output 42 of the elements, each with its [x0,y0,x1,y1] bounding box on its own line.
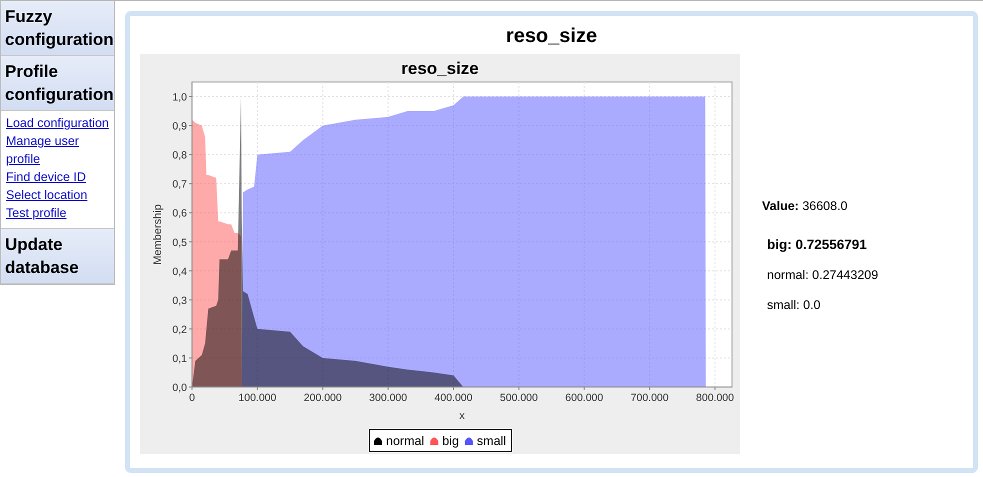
y-tick-label: 0,0 [172,382,187,394]
legend-marker-icon [430,438,438,445]
x-tick-label: 800.000 [696,392,734,404]
sidebar-header[interactable]: Fuzzy configuration [1,1,114,56]
sidebar-link[interactable]: Test profile [6,204,66,222]
x-axis-label: x [459,410,465,422]
y-tick-label: 0,7 [172,178,187,191]
membership-readout: small: 0.0 [767,296,820,314]
y-tick-label: 0,3 [172,294,187,307]
membership-readout: big: 0.72556791 [767,236,867,254]
x-tick-label: 300.000 [369,392,408,404]
y-tick-label: 0,8 [172,150,187,162]
y-axis-label: Membership [152,204,164,265]
y-tick-label: 0,1 [172,352,187,365]
y-tick-label: 1,0 [172,92,187,104]
sidebar-link[interactable]: Load configuration [6,114,109,132]
x-tick-label: 400.000 [434,392,472,404]
y-tick-label: 0,4 [172,266,187,278]
legend-marker-icon [374,438,382,445]
sidebar-header[interactable]: Profile configuration [1,56,114,111]
sidebar-link[interactable]: Select location [6,186,88,204]
value-readout: Value: 36608.0 [762,198,848,215]
y-tick-label: 0,5 [172,236,187,249]
x-tick-label: 600.000 [565,392,604,404]
sidebar-link[interactable]: Manage user profile [6,132,114,168]
legend-label: small [476,434,506,448]
x-tick-label: 700.000 [630,392,669,404]
chart-title: reso_size [401,59,479,78]
y-tick-label: 0,2 [172,324,187,336]
y-tick-label: 0,9 [172,120,187,133]
y-tick-label: 0,6 [172,208,187,220]
panel-title: reso_size [504,24,598,48]
sidebar-link[interactable]: Find device ID [6,168,86,186]
sidebar-header[interactable]: Update database [1,229,114,284]
legend-marker-icon [464,438,473,445]
membership-readout: normal: 0.27443209 [767,267,878,284]
x-tick-label: 100.000 [238,392,276,404]
legend-label: normal [386,434,424,448]
x-tick-label: 500.000 [500,392,538,404]
x-tick-label: 200.000 [304,392,342,404]
x-tick-label: 0 [189,392,195,404]
legend-label: big [442,434,459,448]
